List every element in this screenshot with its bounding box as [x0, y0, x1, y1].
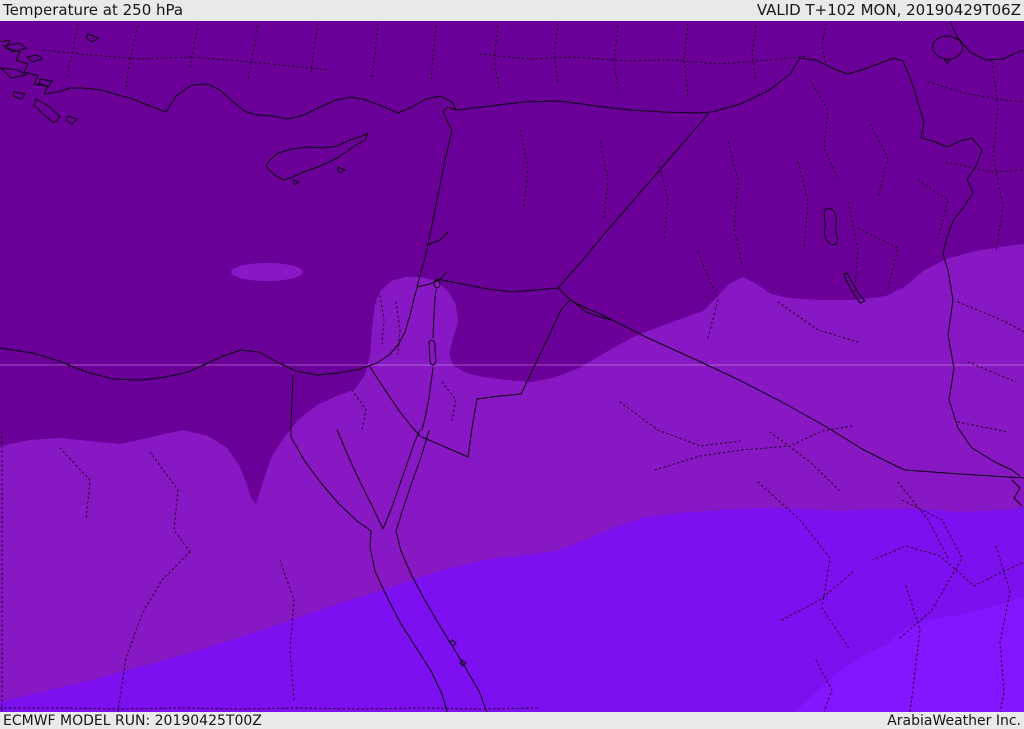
footer-bar: ECMWF MODEL RUN: 20190425T00Z ArabiaWeat… — [0, 712, 1024, 729]
map-title: Temperature at 250 hPa — [3, 1, 184, 19]
valid-time-label: VALID T+102 MON, 20190429T06Z — [756, 1, 1021, 19]
map-canvas — [0, 21, 1024, 713]
weather-map-product: Temperature at 250 hPa VALID T+102 MON, … — [0, 0, 1024, 729]
header-bar: Temperature at 250 hPa VALID T+102 MON, … — [0, 0, 1024, 21]
credit-label: ArabiaWeather Inc. — [887, 712, 1021, 729]
warm-pocket-spot — [231, 263, 303, 281]
model-run-label: ECMWF MODEL RUN: 20190425T00Z — [3, 712, 262, 729]
